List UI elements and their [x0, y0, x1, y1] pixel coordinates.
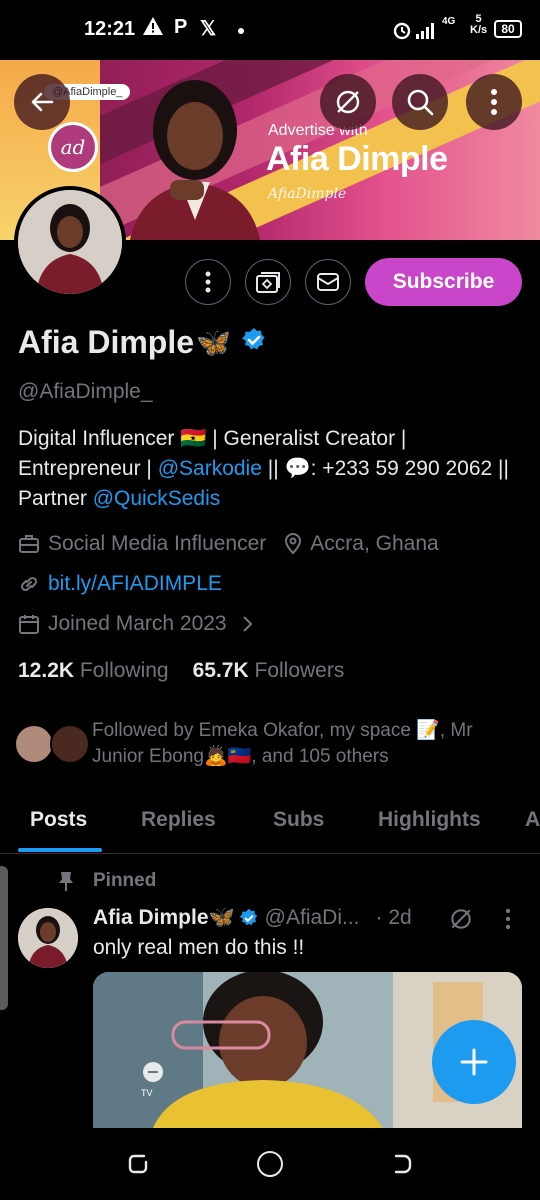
recents-button[interactable]	[126, 1152, 150, 1181]
tab-subs[interactable]: Subs	[273, 808, 324, 832]
joined-text: Joined March 2023	[48, 612, 227, 635]
grok-button[interactable]	[320, 74, 376, 130]
compose-fab-button[interactable]	[432, 1020, 516, 1104]
tab-highlights[interactable]: Highlights	[378, 808, 481, 832]
recents-icon	[128, 1154, 148, 1174]
profile-avatar[interactable]	[14, 186, 126, 298]
profile-more-button[interactable]	[185, 259, 231, 305]
profile-name: Afia Dimple	[18, 324, 195, 360]
more-vertical-icon	[205, 271, 211, 293]
tab-articles[interactable]: A	[525, 808, 540, 832]
follower-avatar-2	[50, 724, 90, 764]
briefcase-icon	[19, 535, 39, 553]
followers-stat[interactable]: 65.7K Followers	[193, 659, 345, 683]
tab-posts[interactable]: Posts	[30, 808, 87, 832]
grok-icon	[336, 90, 360, 114]
signature-text: AfiaDimple	[268, 186, 347, 202]
battery-indicator: 80	[494, 20, 522, 38]
grok-media-icon	[256, 272, 280, 293]
joined-row[interactable]: Joined March 2023	[18, 612, 253, 636]
arrow-left-icon	[31, 92, 54, 112]
back-button[interactable]	[14, 74, 70, 130]
video-tv-label: TV	[141, 1088, 153, 1098]
mention-quicksedis[interactable]: @QuickSedis	[93, 487, 221, 510]
chevron-right-icon	[242, 616, 253, 632]
following-label: Following	[79, 659, 169, 682]
network-type: 4G	[442, 16, 456, 27]
pinned-label: Pinned	[93, 870, 157, 891]
calendar-icon	[19, 615, 39, 634]
post-text: only real men do this !!	[93, 936, 305, 959]
followers-count: 65.7K	[192, 659, 249, 682]
p-app-icon: P	[174, 16, 188, 38]
tab-divider	[0, 853, 540, 854]
profile-handle: @AfiaDimple_	[18, 380, 153, 403]
banner-portrait	[110, 70, 280, 240]
edge-handle[interactable]	[0, 866, 8, 1010]
envelope-icon	[317, 273, 339, 291]
warning-icon	[142, 16, 164, 41]
brand-logo: ad	[48, 122, 98, 172]
more-options-button[interactable]	[466, 74, 522, 130]
subscribe-button[interactable]: Subscribe	[365, 258, 522, 306]
verified-badge-icon	[239, 908, 257, 926]
message-button[interactable]	[305, 259, 351, 305]
search-button[interactable]	[392, 74, 448, 130]
post-grok-button[interactable]	[448, 906, 474, 937]
status-bar: 12:21 P 𝕏 4G 5 K/s 80	[0, 0, 540, 60]
speed-unit: K/s	[470, 24, 488, 36]
profile-meta-row: Social Media Influencer Accra, Ghana	[18, 532, 439, 556]
location-text: Accra, Ghana	[310, 532, 439, 555]
post-header: Afia Dimple🦋 @AfiaDi... · 2d	[93, 906, 412, 930]
website-link[interactable]: bit.ly/AFIADIMPLE	[48, 572, 222, 596]
location-pin-icon	[285, 533, 302, 555]
following-stat[interactable]: 12.2K Following	[18, 659, 169, 683]
profession-text: Social Media Influencer	[48, 532, 267, 555]
post-author-handle[interactable]: @AfiaDi...	[265, 906, 360, 930]
mention-sarkodie[interactable]: @Sarkodie	[158, 457, 262, 480]
back-nav-button[interactable]	[390, 1152, 414, 1181]
subscriptions-button[interactable]	[245, 259, 291, 305]
notification-dot-icon	[238, 28, 244, 34]
tab-replies[interactable]: Replies	[141, 808, 216, 832]
verified-badge-icon	[241, 327, 267, 358]
profile-bio: Digital Influencer 🇬🇭 | Generalist Creat…	[18, 424, 518, 514]
alarm-icon	[392, 20, 412, 45]
search-icon	[407, 89, 434, 116]
followed-by-text[interactable]: Followed by Emeka Okafor, my space 📝, Mr…	[92, 718, 512, 770]
link-icon	[20, 576, 38, 592]
more-vertical-icon	[505, 908, 511, 930]
signal-icon	[416, 20, 442, 45]
website-row: bit.ly/AFIADIMPLE	[18, 572, 222, 596]
avatar-image	[18, 190, 122, 294]
followers-label: Followers	[254, 659, 345, 682]
following-count: 12.2K	[18, 659, 75, 682]
active-tab-indicator	[18, 848, 102, 852]
post-author-avatar[interactable]	[18, 908, 78, 968]
butterfly-emoji: 🦋	[196, 327, 231, 358]
follower-avatar-1	[14, 724, 54, 764]
pin-icon	[58, 870, 74, 897]
more-vertical-icon	[491, 89, 497, 115]
status-time: 12:21	[84, 18, 136, 40]
home-button[interactable]	[257, 1151, 283, 1177]
profile-name-row: Afia Dimple 🦋	[18, 324, 267, 361]
advertise-line2: Afia Dimple	[266, 140, 448, 178]
post-time: · 2d	[375, 906, 412, 929]
post-more-button[interactable]	[505, 908, 511, 935]
system-nav-bar	[0, 1128, 540, 1200]
grok-icon	[451, 909, 471, 929]
follow-stats: 12.2K Following 65.7K Followers	[18, 659, 344, 683]
x-app-icon: 𝕏	[200, 18, 217, 40]
back-nav-icon	[394, 1154, 412, 1174]
plus-icon	[460, 1048, 488, 1076]
post-author-name[interactable]: Afia Dimple🦋	[93, 906, 235, 930]
